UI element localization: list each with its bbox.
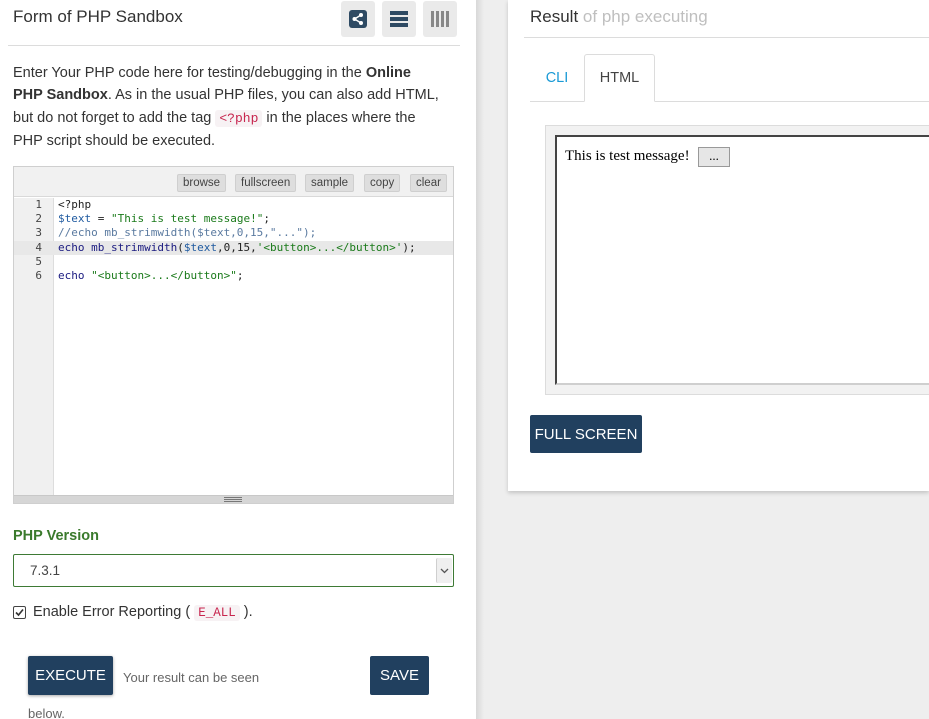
panel-divider [476, 0, 484, 719]
error-reporting-checkbox[interactable] [13, 606, 26, 619]
form-header: Form of PHP Sandbox [8, 0, 460, 46]
code-line[interactable]: 4 echo mb_strimwidth($text,0,15,'<button>… [14, 240, 453, 255]
share-icon [349, 10, 367, 28]
share-button[interactable] [341, 1, 375, 37]
sandbox-form-panel: Form of PHP Sandbox Enter Your PHP code … [0, 0, 476, 719]
output-text: This is test message! [565, 148, 690, 164]
browse-button[interactable]: browse [177, 174, 227, 192]
code-line[interactable]: 6 echo "<button>...</button>"; [14, 269, 453, 283]
chevron-down-icon [436, 558, 452, 583]
e-all-code: E_ALL [194, 605, 240, 621]
list-icon [390, 11, 408, 27]
editor-toolbar: browse fullscreen sample copy clear [14, 167, 453, 197]
result-title: Result of php executing [530, 7, 708, 26]
fullscreen-editor-button[interactable]: fullscreen [235, 174, 297, 192]
copy-button[interactable]: copy [364, 174, 401, 192]
code-line-text: //echo mb_strimwidth($text,0,15,"..."); [58, 226, 317, 240]
execute-button[interactable]: EXECUTE [28, 656, 113, 695]
line-number: 1 [35, 198, 42, 211]
result-panel: Result of php executing CLI HTML This is… [508, 0, 929, 491]
checkmark-icon [15, 608, 24, 617]
php-open-tag: <?php [215, 109, 263, 127]
result-hint: Your result can be seen [123, 670, 260, 685]
output-frame-container: This is test message! ... [545, 125, 929, 395]
clear-button[interactable]: clear [410, 174, 447, 192]
result-subtitle: of php executing [582, 7, 708, 26]
layout-rows-button[interactable] [382, 1, 416, 37]
full-screen-button[interactable]: FULL SCREEN [530, 415, 642, 453]
code-editor[interactable]: browse fullscreen sample copy clear 1 <?p… [13, 166, 454, 504]
form-title: Form of PHP Sandbox [13, 7, 183, 26]
tab-cli[interactable]: CLI [530, 54, 584, 102]
editor-resize-handle[interactable] [14, 495, 453, 503]
code-line-text: <?php [58, 198, 92, 211]
output-ellipsis-button[interactable]: ... [698, 147, 730, 167]
save-button[interactable]: SAVE [370, 656, 429, 695]
intro-text: Enter Your PHP code here for testing/deb… [13, 65, 439, 149]
php-version-select[interactable]: 7.3.1 [13, 554, 454, 587]
result-divider [524, 37, 929, 38]
result-hint-continued: below. [28, 706, 65, 719]
layout-columns-button[interactable] [423, 1, 457, 37]
php-version-label: PHP Version [13, 528, 99, 544]
code-line-text: $text = "This is test message!"; [58, 212, 270, 226]
code-line-text: echo mb_strimwidth($text,0,15,'<button>.… [58, 240, 416, 254]
columns-icon [431, 11, 449, 27]
error-reporting-label: Enable Error Reporting ( E_ALL ). [33, 604, 253, 621]
output-frame: This is test message! ... [555, 135, 929, 385]
code-line[interactable]: 1 <?php [14, 198, 453, 212]
tab-html[interactable]: HTML [584, 54, 655, 102]
line-number: 2 [35, 212, 42, 226]
code-content[interactable]: 1 <?php 2 $text = "This is test message!"; 3… [14, 198, 453, 283]
code-line[interactable]: 3 //echo mb_strimwidth($text,0,15,"..."); [14, 226, 453, 240]
code-line[interactable]: 5 [14, 255, 453, 269]
code-line[interactable]: 2 $text = "This is test message!"; [14, 212, 453, 226]
code-line-text: echo "<button>...</button>"; [58, 268, 244, 282]
line-number: 4 [35, 240, 42, 254]
resize-grip-icon [224, 497, 242, 502]
line-number: 5 [35, 254, 42, 268]
line-number: 6 [35, 268, 42, 282]
line-number: 3 [35, 226, 42, 240]
php-version-value: 7.3.1 [30, 563, 61, 578]
sample-button[interactable]: sample [305, 174, 355, 192]
